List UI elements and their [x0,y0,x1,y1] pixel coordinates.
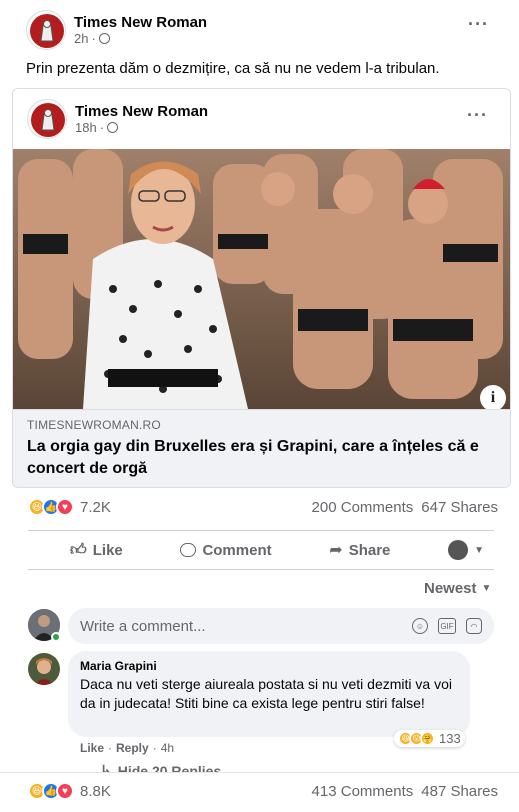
action-bar: 👍︎ Like Comment ➦ Share ▼ [28,530,494,570]
comment-bubble: Maria Grapini Daca nu veti sterge aiurea… [68,651,470,737]
outer-post-meta: 2h · [74,31,207,46]
reply-arrow-icon: ↳ [100,762,112,772]
comment-reactions[interactable]: 😆 😮 🤗 133 [394,730,465,747]
link-preview-image[interactable]: i [13,149,510,409]
hide-replies-label: Hide 20 Replies [117,762,222,773]
commenter-avatar[interactable] [28,653,60,685]
comment-placeholder: Write a comment... [80,617,206,635]
link-title[interactable]: La orgia gay din Bruxelles era și Grapin… [27,436,498,480]
bottom-shares-count[interactable]: 487 Shares [421,783,498,800]
online-status-dot [51,632,61,642]
page-avatar[interactable] [26,10,66,50]
info-icon[interactable]: i [480,385,506,409]
comment-reply-button[interactable]: Reply [116,741,149,755]
outer-post-time[interactable]: 2h [74,31,88,46]
bottom-post-stats: 😆 👍 ♥ 8.8K 413 Comments 487 Shares [28,782,498,800]
reactions-count: 7.2K [80,498,111,516]
comment-bubble-icon [180,543,197,557]
shared-post-meta: 18h · [75,120,208,135]
shared-post-time[interactable]: 18h [75,120,97,135]
post-stats: 😆 👍 ♥ 7.2K 200 Comments 647 Shares [28,498,498,516]
hide-replies-button[interactable]: ↳ Hide 20 Replies [100,762,221,772]
globe-icon [98,33,110,44]
globe-icon [107,122,119,133]
comment-actions: Like · Reply · 4h [80,741,175,755]
bottom-reactions-count: 8.8K [80,782,111,800]
outer-post-text: Prin prezenta dăm o dezmițire, ca să nu … [26,60,440,77]
emoji-icon[interactable]: ☺ [412,618,428,634]
caret-down-icon: ▼ [481,583,492,594]
comment-reaction-count: 133 [439,731,461,746]
shared-post-header: Times New Roman 18h · [27,99,208,139]
gif-icon[interactable]: GIF [438,618,456,634]
link-domain: TIMESNEWROMAN.RO [27,418,161,432]
comment-button[interactable]: Comment [180,541,272,559]
share-label: Share [348,541,391,559]
outer-more-options-icon[interactable]: ··· [468,14,489,35]
shares-count[interactable]: 647 Shares [421,499,498,516]
like-label: Like [92,541,123,559]
comment-time[interactable]: 4h [161,741,174,755]
love-reaction-icon: ♥ [56,782,74,800]
care-reaction-icon: 🤗 [420,731,435,746]
sort-label: Newest [424,580,477,597]
comment-text: Daca nu veti sterge aiureala postata si … [80,676,452,711]
comments-count[interactable]: 200 Comments [312,499,414,516]
comment-like-button[interactable]: Like [80,741,104,755]
shared-post: Times New Roman 18h · ··· i TIMESNEWROMA… [12,88,511,488]
feed-card: Times New Roman 2h · ··· Prin prezenta d… [0,0,519,812]
bottom-comments-count[interactable]: 413 Comments [312,783,414,800]
comment-label: Comment [202,541,272,559]
outer-post-header: Times New Roman 2h · [26,10,207,50]
comment-sort[interactable]: Newest ▼ [424,580,491,597]
link-preview-text[interactable]: TIMESNEWROMAN.RO La orgia gay din Bruxel… [13,409,510,487]
reactions-summary[interactable]: 😆 👍 ♥ 7.2K [28,498,111,516]
outer-post-author[interactable]: Times New Roman [74,14,207,31]
sticker-icon[interactable]: ◠ [466,618,482,634]
thumbs-up-icon: 👍︎ [70,541,87,559]
shared-more-options-icon[interactable]: ··· [467,105,488,126]
caret-down-icon: ▼ [474,544,484,556]
shared-post-author[interactable]: Times New Roman [75,103,208,120]
comment-author[interactable]: Maria Grapini [80,659,458,673]
profile-avatar-small [448,540,469,560]
comment-input[interactable]: Write a comment... ☺ GIF ◠ [68,608,494,644]
like-button[interactable]: 👍︎ Like [70,541,123,560]
bottom-reactions-summary[interactable]: 😆 👍 ♥ 8.8K [28,782,111,800]
share-arrow-icon: ➦ [329,542,343,559]
share-button[interactable]: ➦ Share [329,540,390,560]
love-reaction-icon: ♥ [56,498,74,516]
audience-selector[interactable]: ▼ [448,540,484,560]
shared-page-avatar[interactable] [27,99,67,139]
